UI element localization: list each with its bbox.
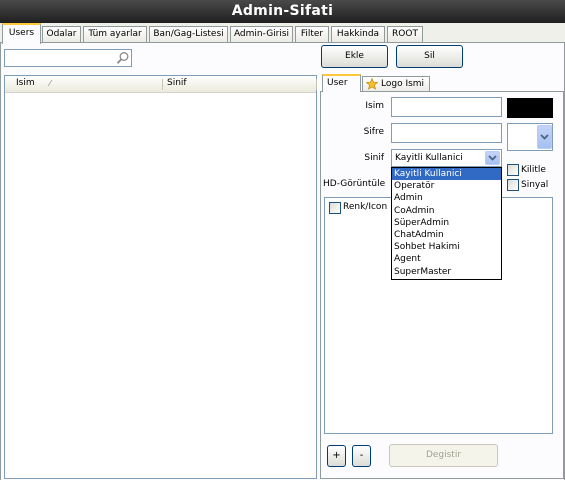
- class-label: Sinif: [364, 153, 384, 163]
- user-list-header: Isim Sinif: [5, 76, 317, 93]
- minus-button[interactable]: -: [352, 445, 371, 467]
- signal-label: Sinyal: [521, 180, 549, 190]
- name-label: Isim: [365, 101, 384, 111]
- tab-filter[interactable]: Filter: [295, 26, 329, 42]
- name-color-swatch[interactable]: [507, 98, 553, 118]
- tab-root[interactable]: ROOT: [387, 26, 423, 42]
- password-label: Sifre: [363, 127, 384, 137]
- class-dropdown-list[interactable]: Kayitli Kullanici Operatör Admin CoAdmin…: [391, 167, 502, 280]
- hd-label: HD-Görüntüle: [323, 179, 386, 189]
- signal-checkbox[interactable]: [507, 179, 519, 191]
- class-option[interactable]: ChatAdmin: [392, 229, 501, 241]
- class-option[interactable]: Sohbet Hakimi: [392, 241, 501, 253]
- name-input[interactable]: [391, 97, 502, 117]
- user-list[interactable]: Isim Sinif: [4, 75, 317, 479]
- tab-users[interactable]: Users: [2, 23, 41, 44]
- class-option[interactable]: Operatör: [392, 180, 501, 192]
- password-input[interactable]: [391, 123, 502, 143]
- chevron-down-icon[interactable]: [485, 151, 500, 165]
- search-input[interactable]: [4, 49, 132, 67]
- add-button[interactable]: Ekle: [321, 45, 388, 68]
- subtab-logo-ismi[interactable]: Logo Ismi: [362, 76, 430, 92]
- class-option[interactable]: Admin: [392, 192, 501, 204]
- tab-hakkinda[interactable]: Hakkinda: [331, 26, 385, 42]
- tab-odalar[interactable]: Odalar: [42, 26, 81, 42]
- lock-label: Kilitle: [521, 165, 546, 175]
- class-option[interactable]: CoAdmin: [392, 205, 501, 217]
- tab-tum-ayarlar[interactable]: Tüm ayarlar: [83, 26, 147, 42]
- tab-ban-gag-listesi[interactable]: Ban/Gag-Listesi: [149, 26, 228, 42]
- window-title: Admin-Sifati: [0, 0, 565, 23]
- class-select-value: Kayitli Kullanici: [395, 153, 463, 163]
- class-option[interactable]: Agent: [392, 253, 501, 265]
- icon-select[interactable]: [507, 123, 553, 151]
- class-option[interactable]: SüperAdmin: [392, 217, 501, 229]
- color-icon-label: Renk/Icon: [343, 202, 388, 212]
- class-option[interactable]: SuperMaster: [392, 266, 501, 278]
- class-option[interactable]: Kayitli Kullanici: [392, 168, 501, 181]
- subtab-user[interactable]: User: [322, 74, 361, 92]
- class-select[interactable]: Kayitli Kullanici: [391, 149, 502, 167]
- subtab-logo-ismi-label: Logo Ismi: [381, 79, 425, 89]
- column-header-isim[interactable]: Isim: [16, 78, 35, 88]
- color-icon-checkbox[interactable]: [329, 202, 341, 214]
- search-icon[interactable]: [116, 51, 130, 65]
- change-button[interactable]: Degistir: [389, 444, 498, 467]
- tab-admin-girisi[interactable]: Admin-Girisi: [230, 26, 293, 42]
- plus-button[interactable]: +: [327, 445, 346, 467]
- lock-checkbox[interactable]: [507, 164, 519, 176]
- chevron-down-icon[interactable]: [537, 125, 552, 149]
- sort-arrow-icon: [47, 79, 53, 90]
- delete-button[interactable]: Sil: [396, 45, 463, 68]
- column-header-sinif[interactable]: Sinif: [167, 78, 187, 88]
